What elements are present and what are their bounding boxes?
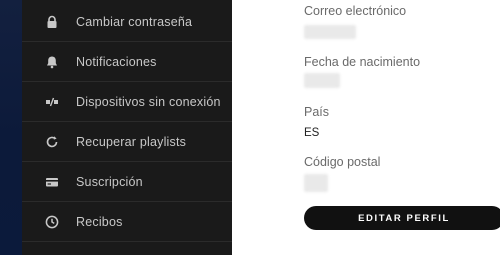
clock-icon bbox=[42, 212, 62, 232]
sidebar-item-label: Suscripción bbox=[76, 175, 143, 189]
sidebar-item-label: Cambiar contraseña bbox=[76, 15, 193, 29]
bell-icon bbox=[42, 52, 62, 72]
account-sidebar: Cambiar contraseña Notificaciones Dispos… bbox=[22, 0, 232, 255]
sidebar-item-subscription[interactable]: Suscripción bbox=[22, 162, 232, 202]
sidebar-item-label: Recibos bbox=[76, 215, 123, 229]
lock-icon bbox=[42, 12, 62, 32]
sidebar-item-receipts[interactable]: Recibos bbox=[22, 202, 232, 242]
sidebar-item-recover-playlists[interactable]: Recuperar playlists bbox=[22, 122, 232, 162]
sidebar-item-offline-devices[interactable]: Dispositivos sin conexión bbox=[22, 82, 232, 122]
sidebar-item-label: Dispositivos sin conexión bbox=[76, 95, 221, 109]
background-edge bbox=[0, 0, 22, 255]
birthdate-value-redacted bbox=[304, 73, 340, 88]
sidebar-item-change-password[interactable]: Cambiar contraseña bbox=[22, 2, 232, 42]
profile-panel: Correo electrónico Fecha de nacimiento P… bbox=[232, 0, 500, 255]
sidebar-item-notifications[interactable]: Notificaciones bbox=[22, 42, 232, 82]
country-value: ES bbox=[304, 127, 320, 139]
offline-devices-icon bbox=[42, 92, 62, 112]
credit-card-icon bbox=[42, 172, 62, 192]
sidebar-item-label: Recuperar playlists bbox=[76, 135, 187, 149]
postal-code-value-redacted bbox=[304, 174, 328, 192]
country-label: País bbox=[304, 105, 330, 119]
edit-profile-button[interactable]: EDITAR PERFIL bbox=[304, 206, 500, 230]
refresh-icon bbox=[42, 132, 62, 152]
email-value-redacted bbox=[304, 25, 356, 39]
email-label: Correo electrónico bbox=[304, 4, 407, 18]
birthdate-label: Fecha de nacimiento bbox=[304, 55, 421, 69]
sidebar-item-label: Notificaciones bbox=[76, 55, 157, 69]
postal-code-label: Código postal bbox=[304, 155, 381, 169]
